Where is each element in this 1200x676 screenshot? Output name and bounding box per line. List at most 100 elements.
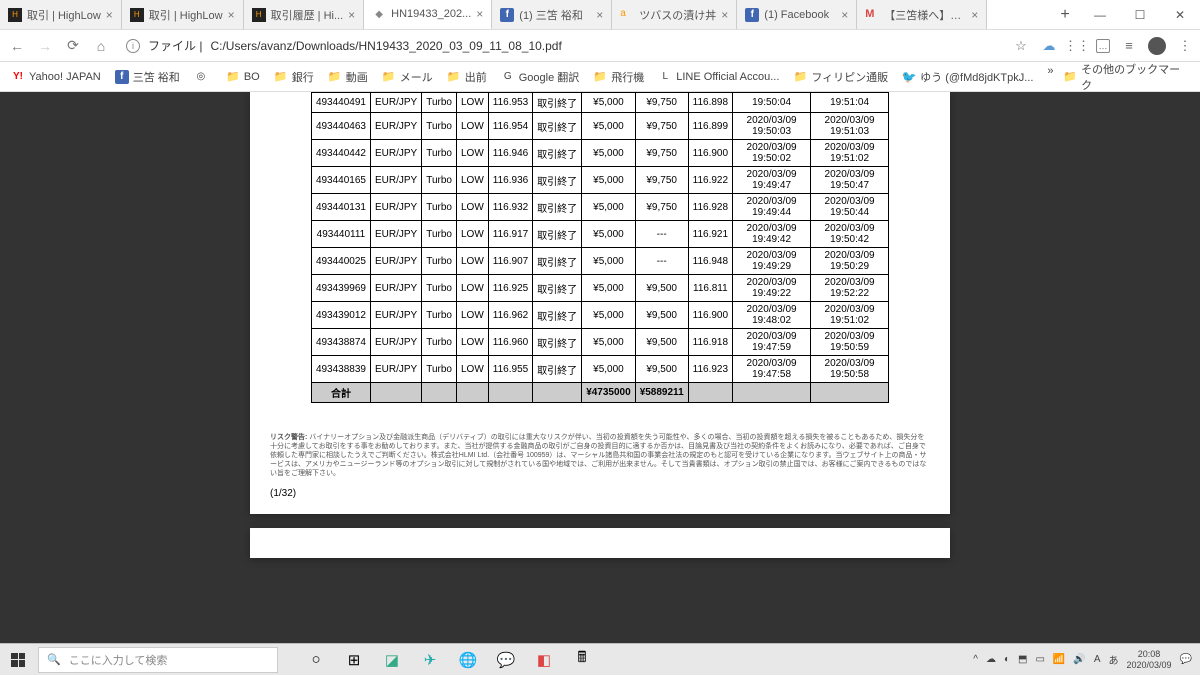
clock[interactable]: 20:082020/03/09	[1127, 649, 1172, 671]
tab-close-icon[interactable]: ×	[841, 8, 848, 22]
line-icon[interactable]: 💬	[488, 644, 524, 676]
table-cell: 116.898	[688, 93, 732, 113]
bookmark-item[interactable]: LLINE Official Accou...	[653, 68, 784, 86]
bookmark-icon: Y!	[11, 70, 25, 84]
table-cell: EUR/JPY	[371, 140, 422, 167]
cortana-icon[interactable]: ○	[298, 644, 334, 676]
table-cell: 2020/03/0919:50:44	[811, 194, 889, 221]
url-prefix: ファイル |	[148, 37, 202, 54]
bookmark-icon: f	[115, 70, 129, 84]
browser-tab[interactable]: H取引 | HighLow×	[122, 0, 244, 29]
table-cell: LOW	[457, 93, 489, 113]
taskbar-search[interactable]: 🔍 ここに入力して検索	[38, 647, 278, 673]
home-button[interactable]: ⌂	[90, 35, 112, 57]
tab-close-icon[interactable]: ×	[348, 8, 355, 22]
ext2-icon[interactable]: ⋮⋮	[1068, 37, 1086, 55]
search-icon: 🔍	[47, 653, 61, 666]
chrome-icon[interactable]: 🌐	[450, 644, 486, 676]
office-icon[interactable]: ◧	[526, 644, 562, 676]
bookmark-item[interactable]: f三笘 裕和	[110, 67, 185, 87]
table-cell: 19:50:04	[733, 93, 811, 113]
table-cell: 493440463	[311, 113, 370, 140]
table-cell: Turbo	[422, 275, 457, 302]
bookmarks-more[interactable]: » 📁 その他のブックマーク	[1042, 62, 1194, 92]
calc-icon[interactable]: 🖩	[564, 644, 600, 676]
browser-tab[interactable]: f(1) 三笘 裕和×	[492, 0, 612, 29]
table-row: 493440025EUR/JPYTurboLOW116.907取引終了¥5,00…	[311, 248, 888, 275]
table-row: 493439012EUR/JPYTurboLOW116.962取引終了¥5,00…	[311, 302, 888, 329]
windows-icon	[11, 653, 25, 667]
ext1-icon[interactable]: ☁	[1040, 37, 1058, 55]
table-cell: 116.955	[488, 356, 532, 383]
ime-icon[interactable]: A	[1094, 654, 1101, 665]
tab-close-icon[interactable]: ×	[596, 8, 603, 22]
table-cell: 493438839	[311, 356, 370, 383]
taskview-icon[interactable]: ⊞	[336, 644, 372, 676]
ime2-icon[interactable]: あ	[1109, 652, 1119, 667]
table-cell: 116.932	[488, 194, 532, 221]
tab-close-icon[interactable]: ×	[476, 7, 483, 21]
table-cell: ¥5,000	[582, 113, 636, 140]
ext3-icon[interactable]: …	[1096, 39, 1110, 53]
onedrive-icon[interactable]: ☁	[986, 654, 996, 665]
battery-icon[interactable]: ▭	[1035, 654, 1044, 665]
volume-icon[interactable]: 🔊	[1073, 654, 1085, 665]
telegram-icon[interactable]: ✈	[412, 644, 448, 676]
wifi-icon[interactable]: 📶	[1053, 654, 1065, 665]
bookmark-item[interactable]: 📁フィリピン通販	[788, 67, 893, 87]
bookmark-item[interactable]: 📁銀行	[269, 67, 319, 87]
tab-close-icon[interactable]: ×	[971, 8, 978, 22]
table-cell: 2020/03/0919:49:47	[733, 167, 811, 194]
profile-avatar[interactable]	[1148, 37, 1166, 55]
bookmark-icon: 📁	[447, 70, 461, 84]
bookmark-item[interactable]: 📁出前	[442, 67, 492, 87]
table-cell: ---	[635, 248, 688, 275]
maximize-button[interactable]: ☐	[1120, 0, 1160, 29]
browser-tab[interactable]: H取引 | HighLow×	[0, 0, 122, 29]
table-cell: Turbo	[422, 356, 457, 383]
bookmark-item[interactable]: Y! Yahoo! JAPAN	[6, 68, 106, 86]
browser-tab[interactable]: aツバスの漬け丼×	[612, 0, 737, 29]
star-icon[interactable]: ☆	[1012, 37, 1030, 55]
tab-close-icon[interactable]: ×	[721, 8, 728, 22]
bookmark-icon: 🐦	[902, 70, 916, 84]
tray-ico1[interactable]: ◐	[1004, 654, 1010, 665]
tray-up-icon[interactable]: ^	[973, 654, 978, 665]
browser-tab[interactable]: ◆HN19433_202...×	[364, 0, 492, 29]
ext4-icon[interactable]: ≡	[1120, 37, 1138, 55]
bookmark-item[interactable]: GGoogle 翻訳	[496, 67, 585, 87]
table-cell: EUR/JPY	[371, 275, 422, 302]
tab-close-icon[interactable]: ×	[106, 8, 113, 22]
reload-button[interactable]: ⟳	[62, 35, 84, 57]
table-cell: 493439969	[311, 275, 370, 302]
tray-ico2[interactable]: ⬒	[1018, 654, 1027, 665]
forward-button[interactable]: →	[34, 35, 56, 57]
bookmark-item[interactable]: 🐦ゆう (@fMd8jdKTpkJ...	[897, 67, 1038, 87]
back-button[interactable]: ←	[6, 35, 28, 57]
start-button[interactable]	[0, 644, 36, 676]
pdf-viewer[interactable]: 493440491EUR/JPYTurboLOW116.953取引終了¥5,00…	[0, 92, 1200, 648]
url-field[interactable]: i ファイル | C:/Users/avanz/Downloads/HN1943…	[118, 37, 1006, 54]
new-tab-button[interactable]: +	[1050, 0, 1080, 29]
bookmark-item[interactable]: 📁動画	[323, 67, 373, 87]
browser-tab[interactable]: H取引履歴 | Hi...×	[244, 0, 365, 29]
browser-tab[interactable]: M【三笘様へ】ご...×	[857, 0, 987, 29]
bookmark-item[interactable]: 📁メール	[377, 67, 438, 87]
bookmark-item[interactable]: ◎	[189, 68, 217, 86]
site-info-icon[interactable]: i	[126, 39, 140, 53]
pdf-page-next	[250, 528, 950, 558]
tab-favicon: H	[252, 8, 266, 22]
bookmark-label: Yahoo! JAPAN	[29, 71, 101, 83]
bookmark-item[interactable]: 📁BO	[221, 68, 265, 86]
menu-icon[interactable]: ⋮	[1176, 37, 1194, 55]
bookmark-item[interactable]: 📁飛行機	[588, 67, 649, 87]
table-cell: EUR/JPY	[371, 194, 422, 221]
close-window-button[interactable]: ✕	[1160, 0, 1200, 29]
browser-tab[interactable]: f(1) Facebook×	[737, 0, 857, 29]
minimize-button[interactable]: —	[1080, 0, 1120, 29]
notification-icon[interactable]: 💬	[1180, 654, 1192, 665]
table-row: 493440131EUR/JPYTurboLOW116.932取引終了¥5,00…	[311, 194, 888, 221]
tab-close-icon[interactable]: ×	[228, 8, 235, 22]
table-cell: 取引終了	[533, 194, 582, 221]
app1-icon[interactable]: ◪	[374, 644, 410, 676]
